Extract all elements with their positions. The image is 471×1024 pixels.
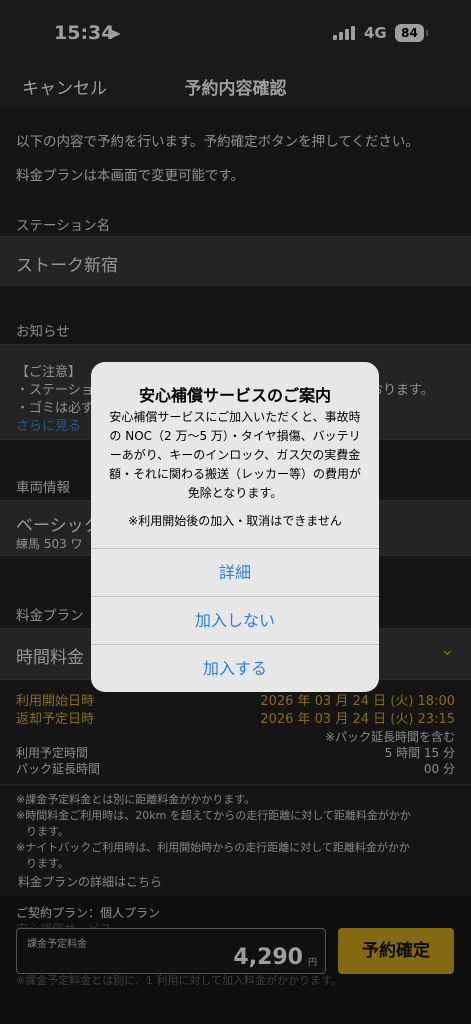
decline-button[interactable]: 加入しない [91,596,379,644]
dialog-title: 安心補償サービスのご案内 [138,386,331,405]
details-button[interactable]: 詳細 [91,548,379,596]
join-button[interactable]: 加入する [91,644,379,692]
insurance-dialog: 安心補償サービスのご案内 安心補償サービスにご加入いただくと、事故時の NOC（… [91,362,379,692]
dialog-warning: ※利用開始後の加入・取消はできません [128,514,342,528]
dialog-message: 安心補償サービスにご加入いただくと、事故時の NOC（2 万〜5 万）・タイヤ損… [108,410,361,500]
